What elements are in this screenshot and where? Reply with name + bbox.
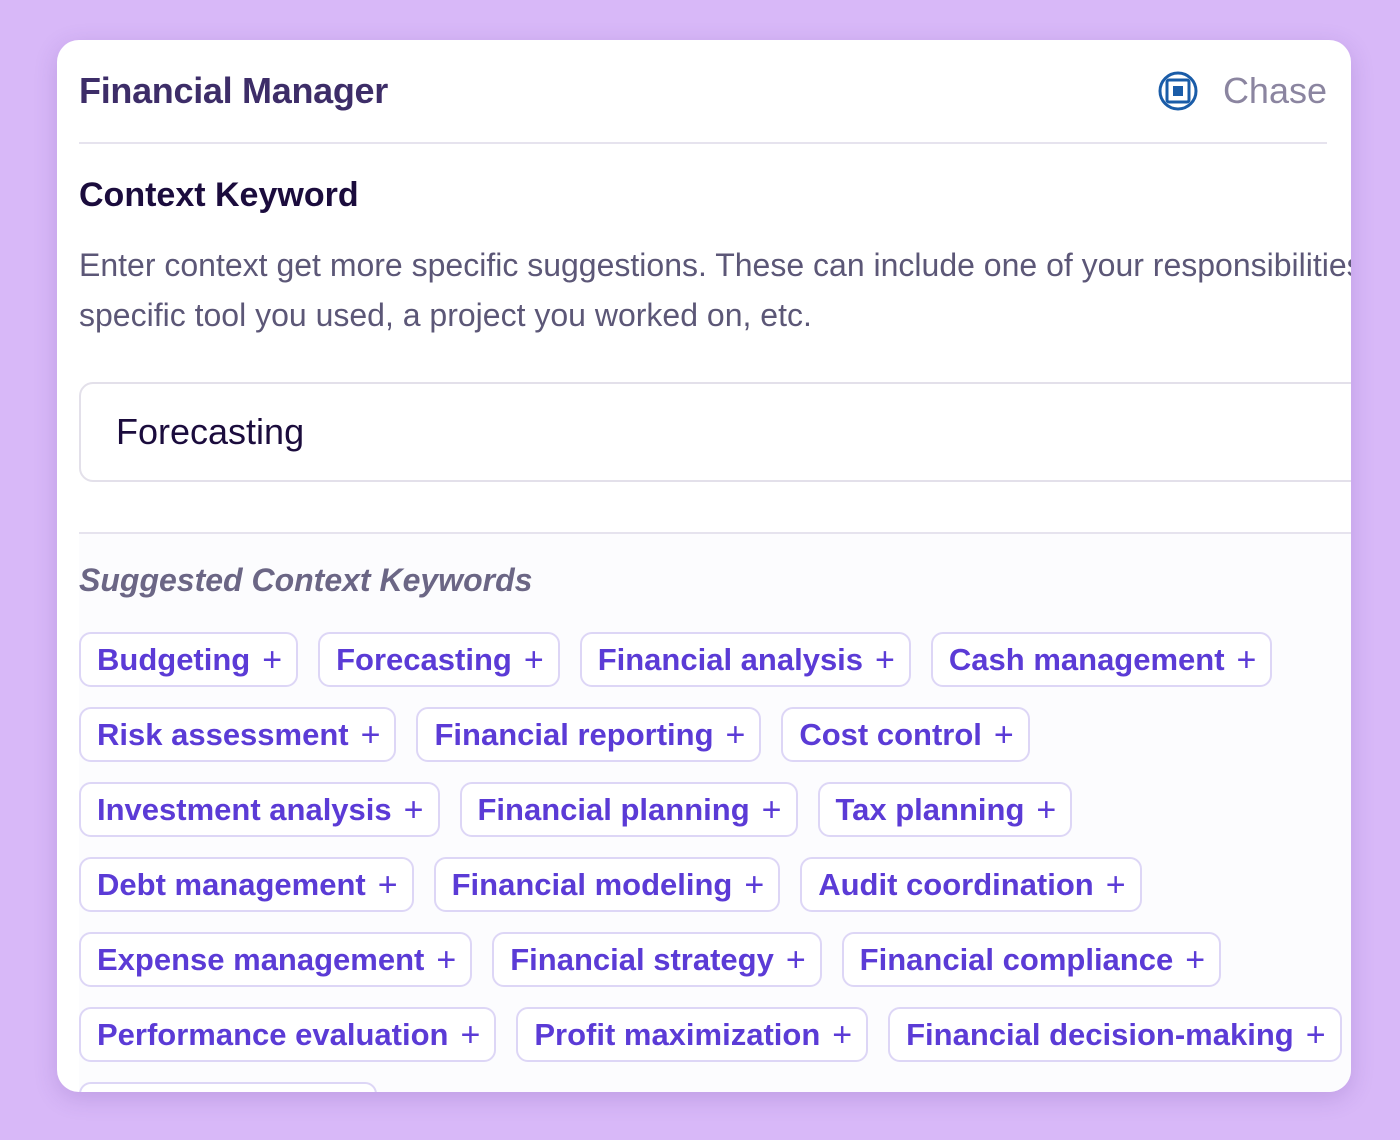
keyword-chip-label: Financial compliance xyxy=(859,941,1174,977)
plus-icon: + xyxy=(436,940,457,979)
keyword-chip-label: Expense management xyxy=(97,941,425,977)
suggested-keywords-title: Suggested Context Keywords xyxy=(79,562,533,598)
keyword-chip-label: Profit maximization xyxy=(534,1016,821,1052)
keyword-chip-label: Audit coordination xyxy=(818,866,1094,902)
keyword-chip-label: Debt management xyxy=(97,866,366,902)
keyword-chip-label: Performance evaluation xyxy=(97,1016,449,1052)
keyword-chip[interactable]: Cash management + xyxy=(930,632,1273,687)
context-keyword-title: Context Keyword xyxy=(79,176,359,214)
keyword-chip-label: Tax planning xyxy=(835,791,1025,827)
keyword-chip[interactable]: Financial reporting + xyxy=(416,707,762,762)
keyword-chip-label: Cost control xyxy=(799,716,982,752)
company-name: Chase xyxy=(1222,70,1327,111)
keyword-chip[interactable]: Risk assessment + xyxy=(79,707,397,762)
keyword-chip[interactable]: Performance evaluation + xyxy=(79,1007,497,1062)
suggested-keyword-chips: Budgeting + Forecasting + Financial analysis… xyxy=(79,632,1351,1092)
plus-icon: + xyxy=(875,640,895,679)
keyword-chip[interactable]: Forecasting + xyxy=(318,632,560,687)
suggested-keywords-panel: Suggested Context Keywords Budgeting + For… xyxy=(79,532,1351,1092)
keyword-chip-label: Financial planning xyxy=(477,791,750,827)
plus-icon: + xyxy=(725,715,746,754)
keyword-chip[interactable]: Budgeting + xyxy=(79,632,299,687)
keyword-chip-label: Financial modeling xyxy=(451,866,733,902)
keyword-chip[interactable]: Financial analysis + xyxy=(579,632,911,687)
keyword-chip[interactable]: Financial decision-making + xyxy=(888,1007,1342,1062)
chase-logo-icon xyxy=(1158,71,1198,111)
company: Chase xyxy=(1157,70,1327,112)
keyword-chip-label: Financial analysis xyxy=(597,641,864,677)
context-description: Enter context get more specific suggesti… xyxy=(79,247,1351,333)
plus-icon: + xyxy=(993,715,1014,754)
plus-icon: + xyxy=(1185,940,1206,979)
plus-icon: + xyxy=(744,865,765,904)
card-header: Financial Manager Chase xyxy=(79,40,1327,144)
keyword-chip[interactable]: Financial planning + xyxy=(459,782,798,837)
context-keyword-input[interactable] xyxy=(79,382,1351,482)
plus-icon: + xyxy=(1305,1015,1326,1054)
plus-icon: + xyxy=(360,715,381,754)
keyword-chip[interactable]: Financial compliance + xyxy=(841,932,1222,987)
keyword-chip[interactable]: Financial strategy + xyxy=(492,932,822,987)
plus-icon: + xyxy=(460,1015,481,1054)
keyword-chip[interactable]: Debt management + xyxy=(79,857,414,912)
keyword-chip-label: Financial decision-making xyxy=(906,1016,1294,1052)
keyword-chip[interactable]: Expense management + xyxy=(79,932,473,987)
keyword-chip[interactable]: Financial policy+ xyxy=(79,1082,378,1093)
keyword-chip-label: Budgeting xyxy=(97,641,251,677)
job-title: Financial Manager xyxy=(79,70,388,111)
plus-icon: + xyxy=(1236,640,1257,679)
keyword-chip-label: Financial policy xyxy=(97,1092,330,1093)
keyword-chip-label: Financial reporting xyxy=(434,716,714,752)
plus-icon: + xyxy=(1105,865,1126,904)
keyword-card: Financial Manager Chase Context Keyword … xyxy=(57,40,1351,1092)
plus-icon: + xyxy=(523,640,544,679)
keyword-chip[interactable]: Tax planning + xyxy=(817,782,1073,837)
keyword-chip-label: Investment analysis xyxy=(97,791,392,827)
plus-icon: + xyxy=(761,790,782,829)
keyword-chip[interactable]: Audit coordination + xyxy=(800,857,1142,912)
plus-icon: + xyxy=(377,865,398,904)
keyword-chip-label: Risk assessment xyxy=(97,716,349,752)
plus-icon: + xyxy=(262,640,283,679)
plus-icon: + xyxy=(832,1015,853,1054)
keyword-chip-label: Financial strategy xyxy=(510,941,774,977)
keyword-chip-label: Cash management xyxy=(948,641,1225,677)
plus-icon: + xyxy=(403,790,424,829)
plus-icon: + xyxy=(785,940,806,979)
plus-icon: + xyxy=(1036,790,1057,829)
keyword-chip[interactable]: Cost control + xyxy=(781,707,1030,762)
keyword-chip[interactable]: Financial modeling + xyxy=(433,857,781,912)
keyword-chip[interactable]: Investment analysis + xyxy=(79,782,440,837)
keyword-chip[interactable]: Profit maximization + xyxy=(516,1007,869,1062)
keyword-chip-label: Forecasting xyxy=(336,641,512,677)
